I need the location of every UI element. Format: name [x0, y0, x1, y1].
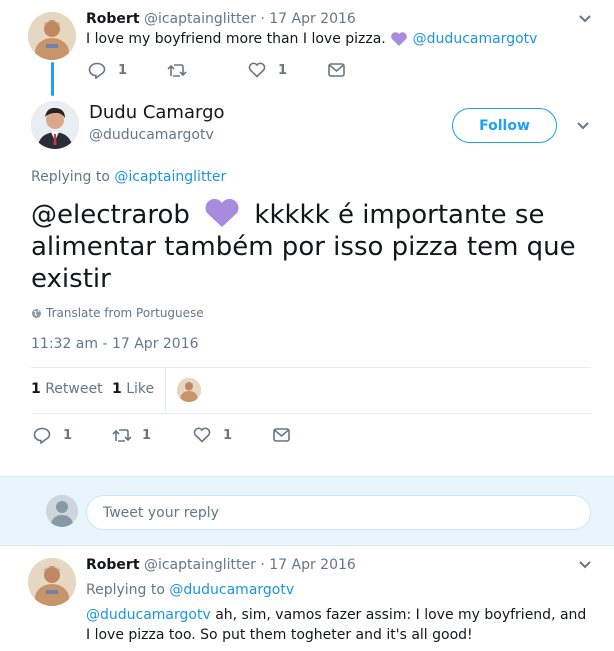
retweet-icon	[112, 429, 132, 442]
divider-top	[31, 367, 591, 368]
avatar-dudu[interactable]	[31, 101, 79, 149]
main-reply-count: 1	[63, 428, 73, 443]
current-user-avatar[interactable]	[46, 495, 78, 527]
tweet3-replying-to: Replying to @duducamargotv	[86, 582, 294, 598]
tweet1-text: I love my boyfriend more than I love piz…	[86, 31, 537, 47]
tweet3-body-line1: ah, sim, vamos fazer assim: I love my bo…	[215, 607, 587, 623]
main-replying-to: Replying to @icaptainglitter	[31, 169, 226, 185]
main-dm-action[interactable]	[273, 428, 290, 442]
main-author-handle[interactable]: @duducamargotv	[89, 127, 214, 143]
tweet3-replying-prefix: Replying to	[86, 582, 165, 598]
envelope-icon	[328, 63, 345, 77]
tweet1-author-name[interactable]: Robert	[86, 11, 140, 27]
tweet1-date[interactable]: · 17 Apr 2016	[260, 11, 355, 27]
tweet3-body-line2: I love pizza too. So put them togheter a…	[86, 627, 473, 643]
tweet3-replying-handle[interactable]: @duducamargotv	[169, 582, 294, 598]
main-timestamp[interactable]: 11:32 am - 17 Apr 2016	[31, 336, 199, 352]
reply-composer: Tweet your reply	[0, 476, 614, 546]
like-stats[interactable]: 1 Like	[112, 381, 154, 397]
heart-outline-icon	[248, 62, 266, 78]
main-retweet-action[interactable]: 1	[112, 428, 151, 443]
main-replying-prefix: Replying to	[31, 169, 110, 185]
envelope-icon	[273, 428, 290, 442]
tweet1-chevron-down-icon[interactable]	[578, 14, 592, 24]
main-author-name[interactable]: Dudu Camargo	[89, 102, 225, 123]
tweet1-header: Robert @icaptainglitter · 17 Apr 2016	[86, 11, 356, 27]
tweet1-like-count: 1	[278, 62, 288, 78]
likes-number: 1	[112, 381, 122, 397]
main-tweet-text: @electrarob kkkkk é importante se alimen…	[31, 197, 591, 295]
main-retweet-count: 1	[142, 428, 152, 443]
retweets-number: 1	[31, 381, 41, 397]
retweet-stats[interactable]: 1 Retweet	[31, 381, 103, 397]
tweet1-like-action[interactable]: 1	[248, 62, 287, 78]
tweet3-header: Robert @icaptainglitter · 17 Apr 2016	[86, 557, 356, 573]
main-tweet-mention[interactable]: @electrarob	[31, 200, 190, 230]
reply-input[interactable]: Tweet your reply	[86, 495, 591, 530]
tweet1-reply-action[interactable]: 1	[88, 62, 127, 79]
avatar-robert-reply[interactable]	[28, 558, 76, 606]
tweet3-author-name[interactable]: Robert	[86, 557, 140, 573]
tweet1-reply-count: 1	[118, 63, 128, 78]
tweet1-dm-action[interactable]	[328, 63, 345, 77]
tweet1-body: I love my boyfriend more than I love piz…	[86, 31, 386, 47]
main-replying-handle[interactable]: @icaptainglitter	[114, 169, 226, 185]
follow-button[interactable]: Follow	[452, 108, 557, 143]
translate-link[interactable]: Translate from Portuguese	[31, 306, 204, 320]
retweets-label: Retweet	[45, 381, 103, 397]
main-like-count: 1	[223, 427, 233, 443]
reply-icon	[33, 427, 51, 444]
tweet3-mention[interactable]: @duducamargotv	[86, 607, 211, 623]
tweet3-line1: @duducamargotv ah, sim, vamos fazer assi…	[86, 605, 586, 625]
main-like-action[interactable]: 1	[193, 427, 232, 443]
thread-connector	[51, 62, 54, 96]
tweet3-text: @duducamargotv ah, sim, vamos fazer assi…	[86, 605, 586, 645]
reply-icon	[88, 62, 106, 79]
default-user-icon	[46, 495, 78, 527]
avatar-robert[interactable]	[28, 12, 76, 60]
retweet-icon	[167, 64, 187, 77]
tweet3-author-handle[interactable]: @icaptainglitter	[144, 557, 256, 573]
purple-heart-icon	[391, 32, 408, 46]
main-reply-action[interactable]: 1	[33, 427, 72, 444]
purple-heart-icon	[205, 198, 239, 227]
tweet3-chevron-down-icon[interactable]	[578, 560, 592, 570]
globe-icon	[32, 308, 41, 318]
main-chevron-down-icon[interactable]	[576, 121, 590, 131]
divider-bottom	[31, 413, 591, 414]
liker-avatar[interactable]	[177, 378, 201, 402]
tweet1-author-handle[interactable]: @icaptainglitter	[144, 11, 256, 27]
tweet1-retweet-action[interactable]	[167, 63, 187, 78]
stats-separator	[165, 368, 166, 413]
translate-label[interactable]: Translate from Portuguese	[46, 306, 204, 320]
tweet3-date[interactable]: · 17 Apr 2016	[260, 557, 355, 573]
likes-label: Like	[126, 381, 155, 397]
heart-outline-icon	[193, 427, 211, 443]
tweet1-mention[interactable]: @duducamargotv	[413, 31, 538, 47]
